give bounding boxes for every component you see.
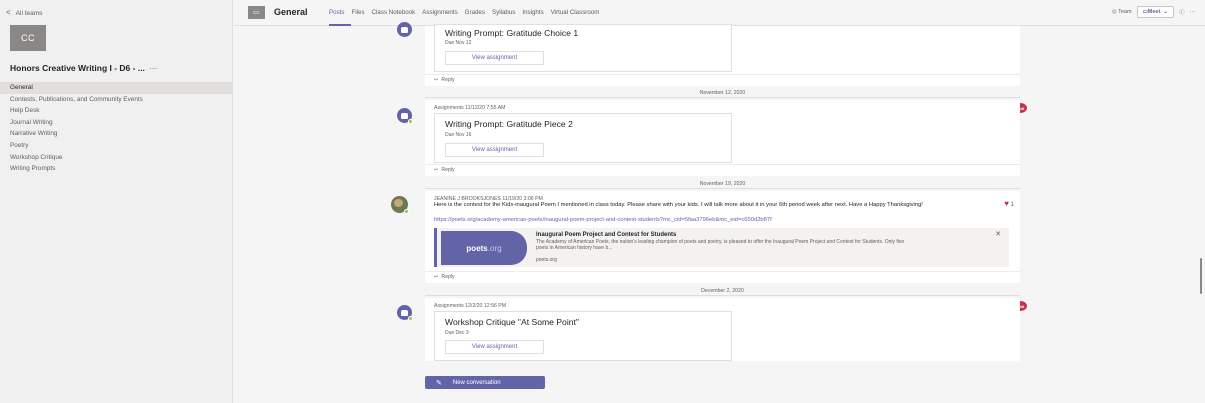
header-actions: ◎ Team ▭ Meet ⌄ ⓘ ··· (1112, 6, 1195, 18)
logo-suffix: .org (487, 243, 502, 253)
channel-journal-writing[interactable]: Journal Writing (0, 117, 232, 129)
poets-org-logo: poets .org (441, 231, 527, 265)
tab-bar: Posts Files Class Notebook Assignments G… (329, 9, 599, 16)
post-text: Here is the contest for the Kids-inaugur… (434, 202, 1004, 209)
status-icon (404, 209, 409, 214)
team-button-label: Team (1118, 9, 1132, 15)
post-card: Assignments 12/2/20 12:56 PM Workshop Cr… (425, 298, 1020, 361)
logo-text: poets (466, 243, 488, 253)
channel-general[interactable]: General (0, 82, 232, 94)
team-avatar: CC (10, 25, 46, 51)
preview-source: poets.org (536, 257, 557, 263)
reply-label: Reply (441, 77, 455, 83)
info-icon[interactable]: ⓘ (1179, 8, 1185, 16)
assignment-due: Due Nov 12 (445, 40, 472, 46)
date-separator: November 19, 2020 (425, 179, 1020, 189)
assignments-avatar (397, 108, 413, 124)
chevron-left-icon: < (6, 8, 11, 17)
tab-assignments[interactable]: Assignments (422, 9, 457, 16)
post-card: Writing Prompt: Gratitude Choice 1 Due N… (425, 24, 1020, 86)
channel-contests[interactable]: Contests, Publications, and Community Ev… (0, 94, 232, 106)
tab-syllabus[interactable]: Syllabus (492, 9, 515, 16)
assignments-avatar (397, 22, 412, 37)
all-teams-link[interactable]: < All teams (6, 8, 42, 17)
tab-posts[interactable]: Posts (329, 9, 344, 16)
tab-insights[interactable]: Insights (522, 9, 543, 16)
date-separator: December 2, 2020 (425, 286, 1020, 296)
post-meta: Assignments 12/2/20 12:56 PM (434, 303, 507, 309)
post-card: JEANINE J BROOKSJONES 11/19/20 3:06 PM ♥… (425, 191, 1020, 283)
view-assignment-button[interactable]: View assignment (445, 143, 544, 157)
view-assignment-button[interactable]: View assignment (445, 51, 544, 65)
meet-button-label: Meet (1147, 9, 1161, 15)
assignment-due: Due Dec 3 (445, 330, 469, 336)
channel-workshop-critique[interactable]: Workshop Critique (0, 152, 232, 164)
assignment-due: Due Nov 16 (445, 132, 472, 138)
assignment-card[interactable]: Writing Prompt: Gratitude Piece 2 Due No… (434, 113, 732, 163)
link-preview-card[interactable]: poets .org Inaugural Poem Project and Con… (434, 228, 1009, 267)
close-icon[interactable]: ✕ (995, 230, 1001, 238)
reply-icon: ↩ (434, 167, 439, 173)
post-message: Here is the contest for the Kids-inaugur… (434, 202, 923, 208)
heart-icon: ♥ (1004, 199, 1009, 208)
assignments-icon (401, 27, 408, 33)
assignments-avatar (397, 305, 413, 321)
reply-label: Reply (441, 274, 455, 280)
channel-writing-prompts[interactable]: Writing Prompts (0, 163, 232, 175)
channel-help-desk[interactable]: Help Desk (0, 105, 232, 117)
assignments-icon (401, 113, 408, 119)
assignment-title: Writing Prompt: Gratitude Choice 1 (445, 28, 579, 38)
team-name-label: Honors Creative Writing I - D6 - ... (10, 63, 145, 73)
reply-button[interactable]: ↩ Reply (425, 164, 1020, 176)
assignments-icon (401, 310, 408, 316)
reply-button[interactable]: ↩ Reply (425, 74, 1020, 86)
header-team-avatar: CC (248, 6, 265, 19)
reply-button[interactable]: ↩ Reply (425, 271, 1020, 283)
channel-list: General Contests, Publications, and Comm… (0, 82, 232, 175)
reaction-count: 1 (1010, 202, 1014, 208)
status-icon (408, 316, 413, 321)
channel-narrative-writing[interactable]: Narrative Writing (0, 128, 232, 140)
tab-files[interactable]: Files (351, 9, 364, 16)
preview-description: The Academy of American Poets, the natio… (536, 239, 905, 251)
assignment-card[interactable]: Workshop Critique "At Some Point" Due De… (434, 311, 732, 361)
view-assignment-button[interactable]: View assignment (445, 340, 544, 354)
reply-label: Reply (441, 167, 455, 173)
team-name: Honors Creative Writing I - D6 - ... ··· (10, 63, 225, 73)
team-button[interactable]: ◎ Team (1112, 9, 1132, 15)
more-options-icon[interactable]: ··· (1190, 9, 1196, 15)
post-link[interactable]: https://poets.org/academy-american-poets… (434, 217, 1004, 224)
tab-virtual-classroom[interactable]: Virtual Classroom (551, 9, 600, 16)
assignment-card[interactable]: Writing Prompt: Gratitude Choice 1 Due N… (434, 24, 732, 72)
reaction[interactable]: ♥ 1 (1004, 199, 1014, 208)
meet-button[interactable]: ▭ Meet ⌄ (1136, 6, 1174, 18)
post-card: Assignments 11/12/20 7:55 AM Writing Pro… (425, 100, 1020, 176)
user-avatar (391, 196, 409, 214)
channel-title: General (274, 7, 308, 17)
channel-header: CC General Posts Files Class Notebook As… (234, 0, 1205, 26)
tab-class-notebook[interactable]: Class Notebook (372, 9, 416, 16)
team-more-icon[interactable]: ··· (149, 63, 158, 73)
assignment-title: Writing Prompt: Gratitude Piece 2 (445, 119, 573, 129)
new-conversation-button[interactable]: ✎ New conversation (425, 376, 545, 389)
scrollbar[interactable] (1200, 258, 1202, 294)
chevron-down-icon[interactable]: ⌄ (1160, 9, 1168, 15)
posts-feed: Writing Prompt: Gratitude Choice 1 Due N… (234, 22, 1205, 403)
assignment-title: Workshop Critique "At Some Point" (445, 317, 579, 327)
date-separator: November 12, 2020 (425, 88, 1020, 98)
sidebar: < All teams CC Honors Creative Writing I … (0, 0, 233, 403)
post-meta: Assignments 11/12/20 7:55 AM (434, 105, 506, 111)
preview-title: Inaugural Poem Project and Contest for S… (536, 232, 677, 238)
reply-icon: ↩ (434, 77, 439, 83)
status-icon (408, 119, 413, 124)
user-photo (394, 199, 403, 207)
compose-icon: ✎ (436, 379, 442, 387)
reply-icon: ↩ (434, 274, 439, 280)
tab-grades[interactable]: Grades (465, 9, 485, 16)
all-teams-label: All teams (15, 10, 43, 17)
channel-poetry[interactable]: Poetry (0, 140, 232, 152)
new-conversation-label: New conversation (452, 379, 501, 386)
